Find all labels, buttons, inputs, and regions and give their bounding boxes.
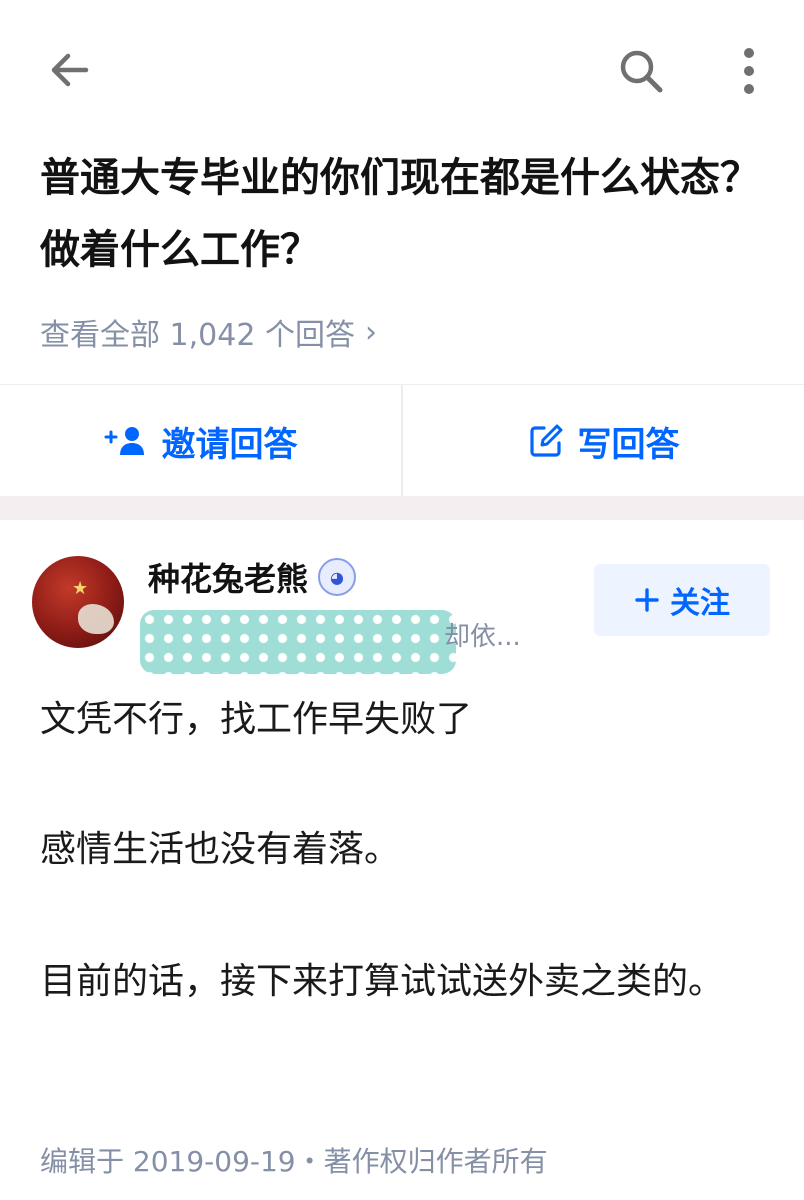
answer-meta: 编辑于 2019-09-19・著作权归作者所有	[40, 1145, 548, 1178]
search-icon	[620, 50, 663, 93]
chevron-right-icon: ›	[364, 314, 377, 350]
redacted-bio-mask	[140, 610, 456, 674]
author-name-row[interactable]: 种花兔老熊 ◕	[148, 554, 357, 600]
author-bio-tail: 却依...	[444, 622, 521, 652]
star-decoration: ★	[72, 578, 89, 599]
view-all-label: 查看全部 1,042 个回答	[40, 318, 355, 353]
avatar-figure	[78, 604, 114, 634]
top-bar	[0, 0, 804, 130]
answer-paragraph: 感情生活也没有着落。	[40, 829, 401, 870]
follow-label: 关注	[670, 586, 730, 621]
question-actions: 邀请回答 写回答	[0, 384, 804, 497]
more-vertical-icon	[744, 48, 754, 94]
answer-paragraph: 文凭不行，找工作早失败了	[40, 699, 473, 740]
view-all-answers-link[interactable]: 查看全部 1,042 个回答 ›	[40, 304, 377, 360]
write-answer-label: 写回答	[577, 424, 680, 465]
write-answer-button[interactable]: 写回答	[403, 385, 804, 497]
arrow-left-icon	[51, 53, 89, 87]
answer-author: ★ 种花兔老熊 ◕ 却依... 关注	[32, 550, 782, 674]
add-user-icon	[104, 427, 144, 455]
verified-badge-icon: ◕	[318, 558, 357, 596]
search-button[interactable]	[606, 36, 676, 106]
plus-icon	[635, 588, 659, 612]
answer-paragraph: 目前的话，接下来打算试试送外卖之类的。	[40, 961, 725, 1002]
edit-icon	[529, 424, 562, 457]
invite-answer-button[interactable]: 邀请回答	[0, 385, 403, 497]
section-divider	[0, 496, 804, 520]
avatar[interactable]: ★	[32, 556, 124, 648]
back-button[interactable]	[40, 40, 100, 100]
follow-button[interactable]: 关注	[594, 564, 770, 636]
question-title[interactable]: 普通大专毕业的你们现在都是什么状态？做着什么工作？	[40, 142, 770, 286]
invite-answer-label: 邀请回答	[161, 424, 298, 465]
more-button[interactable]	[724, 36, 774, 106]
author-name: 种花兔老熊	[148, 560, 309, 598]
